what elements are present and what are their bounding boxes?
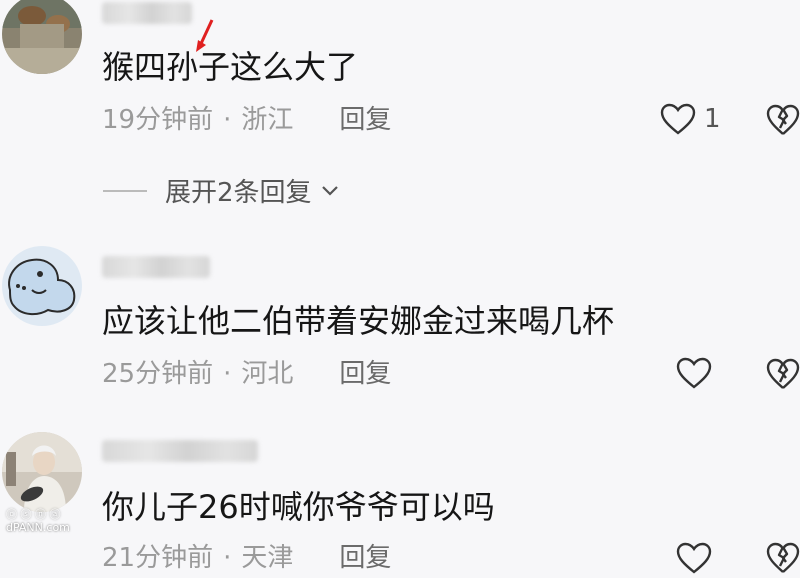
username-blurred[interactable] — [102, 2, 192, 24]
comment-meta: 21分钟前 · 天津 回复 — [102, 542, 391, 574]
comment-text: 猴四孙子这么大了 — [102, 48, 359, 86]
username-blurred[interactable] — [102, 440, 258, 462]
meta-separator: · — [223, 359, 232, 389]
like-count: 1 — [704, 104, 721, 134]
username-blurred[interactable] — [102, 256, 210, 278]
comment-region: 浙江 — [241, 105, 294, 135]
expand-label: 展开2条回复 — [165, 178, 312, 208]
comment-region: 河北 — [241, 359, 294, 389]
heart-outline-icon — [676, 542, 712, 574]
chevron-down-icon — [321, 185, 338, 196]
meta-separator: · — [223, 105, 232, 135]
like-button[interactable]: 1 — [660, 103, 721, 135]
reply-button[interactable]: 回复 — [339, 543, 391, 573]
comment-region: 天津 — [241, 543, 294, 573]
dislike-button[interactable] — [766, 104, 800, 140]
avatar[interactable] — [2, 0, 82, 74]
comment-text: 你儿子26时喊你爷爷可以吗 — [102, 488, 495, 526]
heart-outline-icon — [660, 103, 696, 135]
avatar[interactable] — [2, 246, 82, 326]
comment-meta: 25分钟前 · 河北 回复 — [102, 358, 391, 390]
expand-replies-button[interactable]: 展开2条回复 — [103, 172, 340, 209]
broken-heart-icon — [766, 358, 800, 389]
comment-time: 19分钟前 — [102, 105, 214, 135]
reply-button[interactable]: 回复 — [339, 105, 391, 135]
comment-time: 21分钟前 — [102, 543, 214, 573]
like-button[interactable] — [676, 542, 712, 574]
comment-time: 25分钟前 — [102, 359, 214, 389]
avatar[interactable] — [2, 432, 82, 512]
expand-divider — [103, 189, 147, 192]
watermark: ⓒ ⓢ ⓝ ⓐ dPANN.com — [6, 508, 70, 534]
broken-heart-icon — [766, 542, 800, 573]
comment-text: 应该让他二伯带着安娜金过来喝几杯 — [102, 302, 615, 340]
reply-button[interactable]: 回复 — [339, 359, 391, 389]
like-button[interactable] — [676, 357, 712, 389]
dislike-button[interactable] — [766, 358, 800, 394]
broken-heart-icon — [766, 104, 800, 135]
meta-separator: · — [223, 543, 232, 573]
heart-outline-icon — [676, 357, 712, 389]
comment-meta: 19分钟前 · 浙江 回复 — [102, 104, 391, 136]
